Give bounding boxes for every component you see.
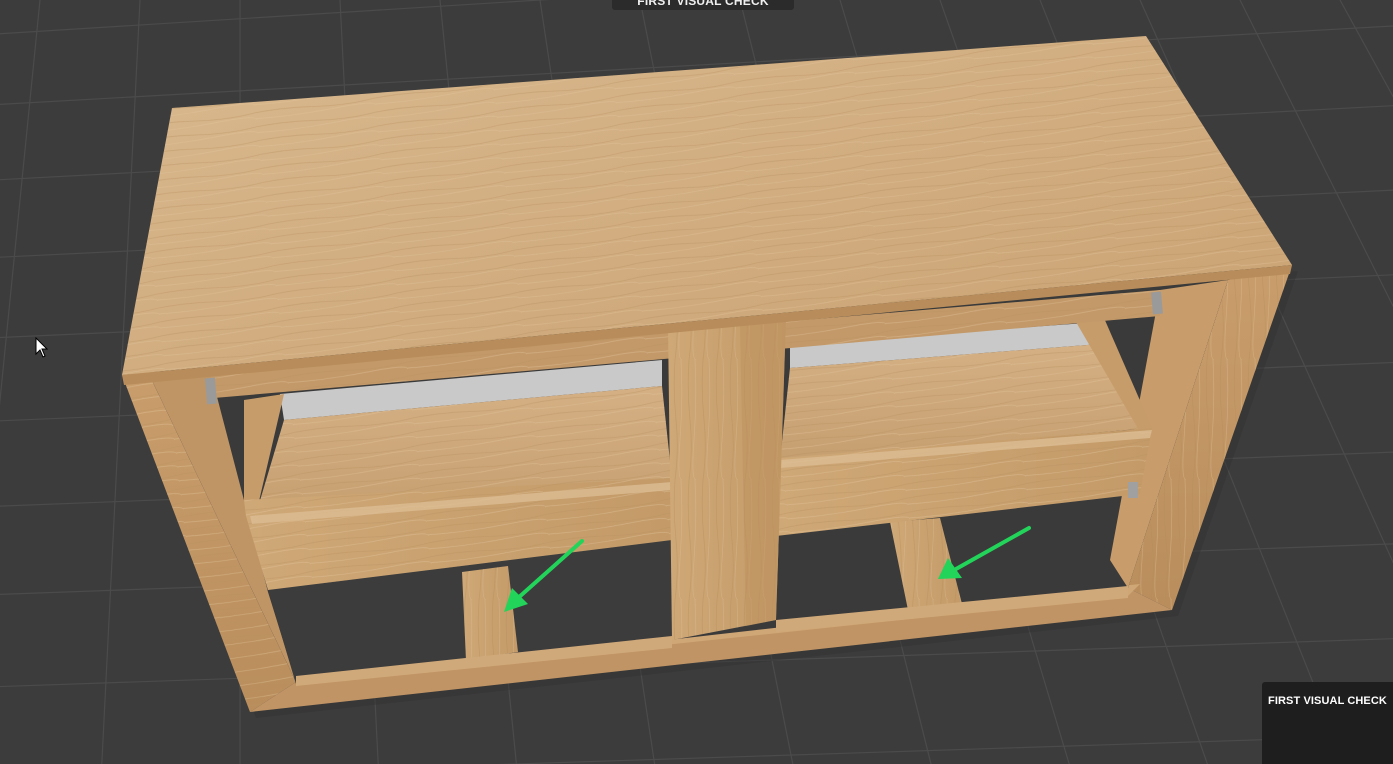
panel-title: FIRST VISUAL CHECK	[1268, 695, 1387, 707]
3d-viewport[interactable]: FIRST VISUAL CHECK FIRST VISUAL CHECK	[0, 0, 1393, 764]
view-title: FIRST VISUAL CHECK	[612, 0, 794, 10]
cabinet-model	[122, 36, 1298, 718]
mouse-pointer-icon	[35, 337, 49, 358]
scene-canvas[interactable]	[0, 0, 1393, 764]
info-panel: FIRST VISUAL CHECK	[1262, 682, 1393, 764]
